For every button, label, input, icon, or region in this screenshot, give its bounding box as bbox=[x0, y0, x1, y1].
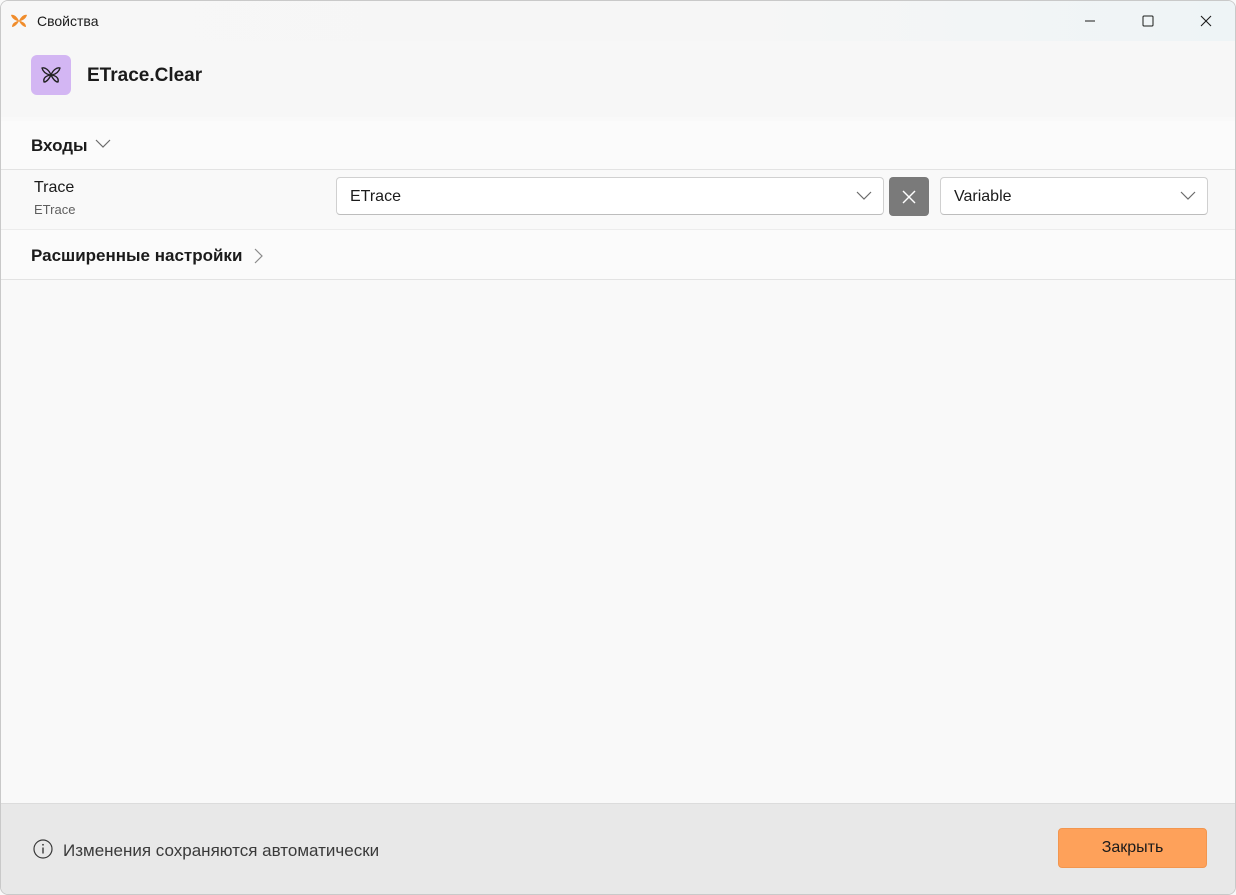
activity-title: ETrace.Clear bbox=[87, 65, 203, 86]
properties-window: Свойства ETrace.Clear Входы Trace ETrace… bbox=[0, 0, 1236, 895]
butterfly-app-icon bbox=[11, 14, 27, 27]
chevron-down-icon bbox=[95, 139, 111, 148]
chevron-down-icon bbox=[1180, 191, 1196, 200]
chevron-down-icon bbox=[856, 191, 872, 200]
property-mode-combobox[interactable]: Variable bbox=[940, 177, 1208, 215]
property-row-trace: Trace ETrace ETrace Variable bbox=[1, 170, 1235, 228]
advanced-settings-section-header[interactable]: Расширенные настройки bbox=[1, 229, 1235, 280]
footer-bar: Изменения сохраняются автоматически Закр… bbox=[1, 803, 1235, 894]
inputs-section-header[interactable]: Входы bbox=[1, 121, 1235, 170]
maximize-button[interactable] bbox=[1119, 1, 1177, 41]
chevron-right-icon bbox=[254, 248, 263, 264]
window-title: Свойства bbox=[37, 13, 99, 29]
title-bar[interactable]: Свойства bbox=[1, 1, 1235, 41]
close-icon bbox=[902, 190, 916, 203]
close-icon bbox=[1200, 15, 1212, 27]
autosave-note: Изменения сохраняются автоматически bbox=[63, 841, 380, 860]
activity-header: ETrace.Clear bbox=[1, 41, 1235, 117]
advanced-settings-label: Расширенные настройки bbox=[31, 246, 243, 265]
window-close-button[interactable] bbox=[1177, 1, 1235, 41]
property-value-combobox[interactable]: ETrace bbox=[336, 177, 884, 215]
property-type: ETrace bbox=[34, 202, 76, 217]
butterfly-icon bbox=[41, 67, 61, 83]
minimize-icon bbox=[1085, 20, 1095, 22]
activity-icon bbox=[31, 55, 71, 95]
inputs-section-label: Входы bbox=[31, 136, 88, 155]
property-name: Trace bbox=[34, 179, 75, 196]
info-icon bbox=[33, 839, 53, 859]
clear-value-button[interactable] bbox=[889, 177, 929, 216]
property-value-text: ETrace bbox=[350, 188, 401, 205]
minimize-button[interactable] bbox=[1061, 1, 1119, 41]
maximize-icon bbox=[1142, 15, 1154, 27]
property-mode-text: Variable bbox=[954, 188, 1012, 205]
close-button[interactable]: Закрыть bbox=[1058, 828, 1207, 868]
